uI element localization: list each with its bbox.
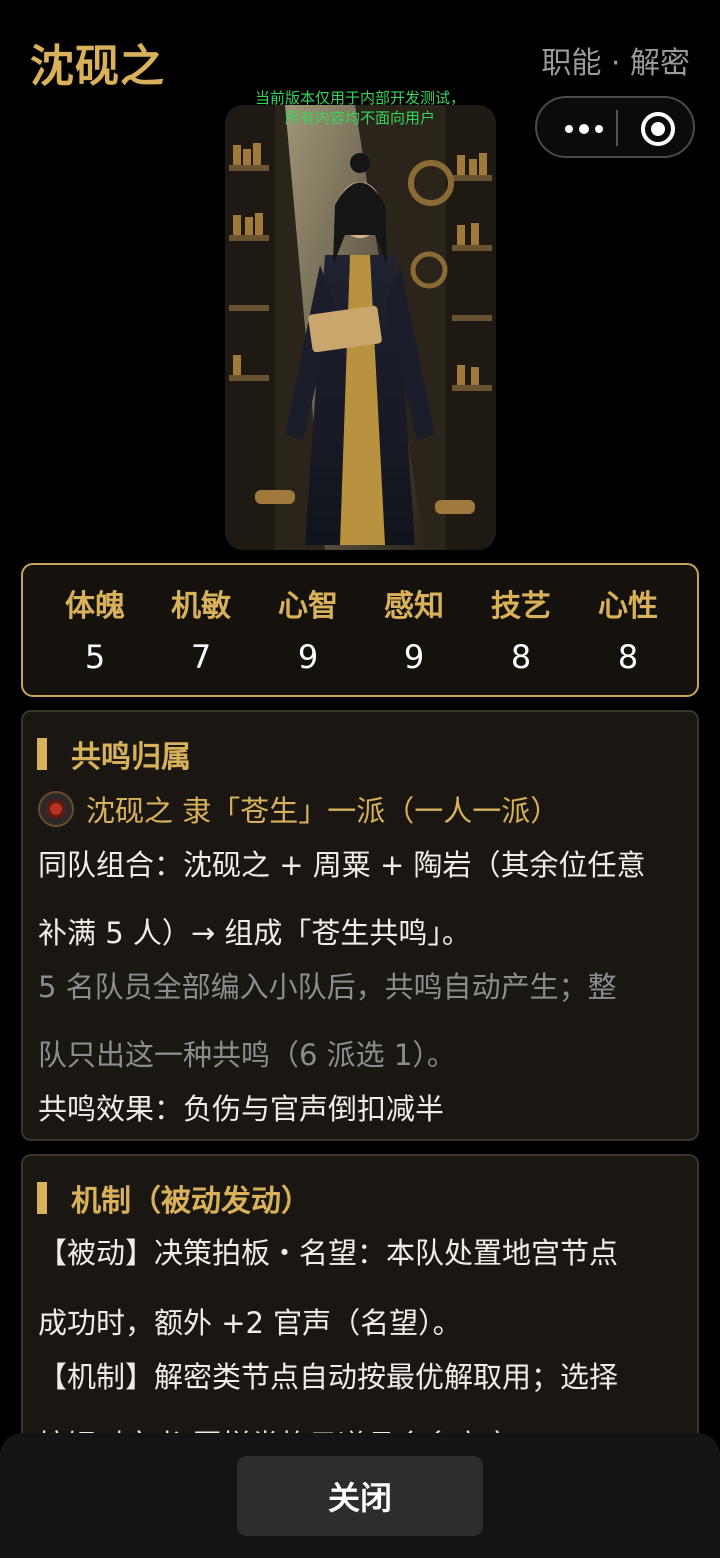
resonance-card: 共鸣归属 沈砚之 隶「苍生」一派（一人一派） 同队组合：沈砚之 + 周粟 + 陶… [21, 710, 699, 1141]
character-portrait [225, 105, 496, 550]
stat-label: 机敏 [171, 589, 231, 624]
faction-seal-icon [38, 791, 74, 827]
mechanism-header: 机制（被动发动） [37, 1178, 311, 1219]
stat-agility: 机敏 7 [151, 589, 251, 679]
stat-physique: 体魄 5 [45, 589, 145, 679]
stat-value: 9 [297, 638, 319, 676]
capsule-divider [616, 110, 618, 146]
dev-notice-line-1: 当前版本仅用于内部开发测试， [254, 89, 465, 107]
stat-label: 体魄 [65, 589, 125, 624]
dev-notice-line-2: 所有内容均不面向用户 [284, 109, 435, 127]
mechanism-card: 机制（被动发动） 【被动】决策拍板・名望：本队处置地宫节点 成功时，额外 +2 … [21, 1154, 699, 1454]
faction-text: 沈砚之 隶「苍生」一派（一人一派） [86, 794, 560, 828]
stat-label: 心性 [598, 589, 658, 624]
page-title: 沈砚之 [30, 41, 165, 92]
stat-value: 9 [403, 638, 425, 676]
resonance-title: 共鸣归属 [71, 740, 191, 775]
stat-perception: 感知 9 [364, 589, 464, 679]
stat-temperament: 心性 8 [578, 589, 678, 679]
resonance-header: 共鸣归属 [37, 734, 191, 775]
stat-craft: 技艺 8 [471, 589, 571, 679]
passive-text-2: 成功时，额外 +2 官声（名望）。 [38, 1306, 462, 1340]
dev-notice: 当前版本仅用于内部开发测试， 所有内容均不面向用户 [240, 88, 480, 128]
mini-program-capsule [535, 96, 695, 158]
combo-text-1: 同队组合：沈砚之 + 周粟 + 陶岩（其余位任意 [38, 848, 646, 882]
more-dots-icon[interactable] [559, 112, 609, 146]
close-button[interactable]: 关闭 [237, 1456, 483, 1536]
attribute-panel: 体魄 5 机敏 7 心智 9 感知 9 技艺 8 心性 8 [21, 563, 699, 697]
bottom-sheet-footer: 关闭 [0, 1433, 720, 1558]
faction-line: 沈砚之 隶「苍生」一派（一人一派） [38, 788, 559, 830]
mechanic-text-1: 【机制】解密类节点自动按最优解取用；选择 [38, 1360, 619, 1394]
resonance-note-1: 5 名队员全部编入小队后，共鸣自动产生；整 [38, 970, 617, 1004]
resonance-effect: 共鸣效果：负伤与官声倒扣减半 [38, 1092, 445, 1126]
role-subtitle: 职能 · 解密 [541, 46, 690, 81]
resonance-note-2: 队只出这一种共鸣（6 派选 1）。 [38, 1038, 456, 1072]
stat-intellect: 心智 9 [258, 589, 358, 679]
stat-value: 5 [84, 638, 106, 676]
stat-label: 心智 [278, 589, 338, 624]
section-marker [37, 738, 47, 770]
stat-label: 感知 [384, 589, 444, 624]
target-circle-icon[interactable] [641, 112, 675, 146]
stat-value: 8 [617, 638, 639, 676]
stat-label: 技艺 [491, 589, 551, 624]
stat-value: 7 [190, 638, 212, 676]
stat-value: 8 [510, 638, 532, 676]
mechanism-title: 机制（被动发动） [71, 1184, 311, 1219]
passive-text-1: 【被动】决策拍板・名望：本队处置地宫节点 [38, 1236, 619, 1270]
combo-text-2: 补满 5 人）→ 组成「苍生共鸣」。 [38, 916, 471, 950]
section-marker [37, 1182, 47, 1214]
